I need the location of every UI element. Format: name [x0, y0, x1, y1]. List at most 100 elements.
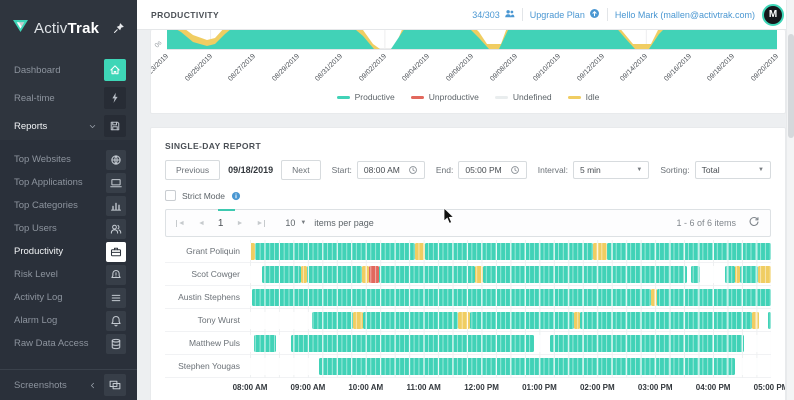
- legend-item-undefined[interactable]: Undefined: [495, 92, 552, 102]
- app-logo-text: ActivTrak: [34, 20, 99, 37]
- productivity-overview-card: 0s 08/23/201908/25/201908/27/201908/29/2…: [150, 30, 786, 114]
- interval-select[interactable]: 5 min ▼: [573, 161, 649, 179]
- time-tick-label: 01:00 PM: [522, 383, 557, 392]
- date-tick-label: 08/23/2019: [150, 53, 170, 83]
- timeline-segment-idle[interactable]: [752, 312, 760, 329]
- timeline-segment-idle[interactable]: [362, 266, 369, 283]
- scrollbar-thumb[interactable]: [788, 34, 794, 138]
- previous-page-button[interactable]: ◄: [198, 220, 205, 227]
- strict-mode-checkbox[interactable]: [165, 190, 176, 201]
- page-scrollbar[interactable]: [786, 0, 794, 400]
- next-day-button[interactable]: Next: [281, 160, 320, 180]
- legend-item-productive[interactable]: Productive: [337, 92, 395, 102]
- user-name-label[interactable]: Austin Stephens: [165, 292, 250, 302]
- end-time-input[interactable]: 05:00 PM: [458, 161, 526, 179]
- list-icon: [106, 288, 126, 308]
- sidebar-item-risk-level[interactable]: Risk Level: [0, 263, 137, 286]
- avatar[interactable]: M: [762, 4, 784, 26]
- user-greeting-link[interactable]: Hello Mark (mallen@activtrak.com): [615, 10, 755, 20]
- sidebar-item-top-applications[interactable]: Top Applications: [0, 171, 137, 194]
- clock-icon[interactable]: [408, 165, 418, 175]
- timeline-segment-productive[interactable]: [768, 312, 771, 329]
- previous-day-button[interactable]: Previous: [165, 160, 220, 180]
- timeline-segment-productive[interactable]: [657, 289, 771, 306]
- arrow-up-circle-icon: [589, 8, 600, 21]
- overview-area-chart: 0s: [167, 30, 777, 49]
- sidebar-item-label: Top Categories: [14, 200, 78, 211]
- first-page-button[interactable]: ◄: [176, 220, 185, 227]
- start-time-input[interactable]: 08:00 AM: [357, 161, 425, 179]
- user-name-label[interactable]: Stephen Yougas: [165, 361, 250, 371]
- time-tick-label: 11:00 AM: [406, 383, 440, 392]
- timeline-segment-productive[interactable]: [607, 243, 771, 260]
- divider: [522, 8, 523, 21]
- timeline-segment-productive[interactable]: [252, 289, 651, 306]
- info-icon[interactable]: [231, 191, 241, 201]
- user-name-label[interactable]: Grant Poliquin: [165, 246, 250, 256]
- sidebar-item-productivity[interactable]: Productivity: [0, 240, 137, 263]
- timeline-segment-idle[interactable]: [758, 266, 771, 283]
- legend-item-idle[interactable]: Idle: [568, 92, 600, 102]
- user-name-label[interactable]: Tony Wurst: [165, 315, 250, 325]
- sidebar-item-screenshots[interactable]: Screenshots: [0, 370, 137, 400]
- timeline-segment-productive[interactable]: [312, 312, 353, 329]
- timeline-segment-idle[interactable]: [353, 312, 363, 329]
- sorting-select[interactable]: Total ▼: [695, 161, 771, 179]
- time-tick-label: 12:00 PM: [464, 383, 499, 392]
- timeline-segment-idle[interactable]: [301, 266, 307, 283]
- timeline-segment-productive[interactable]: [262, 266, 301, 283]
- sidebar-item-label: Screenshots: [14, 380, 67, 391]
- timeline-segment-productive[interactable]: [425, 243, 592, 260]
- end-label: End:: [436, 165, 454, 175]
- sidebar-item-label: Alarm Log: [14, 315, 57, 326]
- timeline-segment-productive[interactable]: [580, 312, 752, 329]
- license-count[interactable]: 34/303: [472, 8, 515, 21]
- top-header: PRODUCTIVITY 34/303 Upgrade Plan Hello M…: [137, 0, 794, 30]
- user-name-label[interactable]: Scot Cowger: [165, 269, 250, 279]
- user-name-label[interactable]: Matthew Puls: [165, 338, 250, 348]
- timeline-segment-productive[interactable]: [363, 312, 459, 329]
- next-page-button[interactable]: ►: [236, 220, 243, 227]
- sidebar: ActivTrak DashboardReal-timeReports Top …: [0, 0, 137, 400]
- sidebar-item-top-categories[interactable]: Top Categories: [0, 194, 137, 217]
- upgrade-plan-link[interactable]: Upgrade Plan: [530, 8, 600, 21]
- timeline-segment-productive[interactable]: [470, 312, 574, 329]
- sidebar-item-raw-data-access[interactable]: Raw Data Access: [0, 332, 137, 355]
- timeline-segment-idle[interactable]: [593, 243, 607, 260]
- chevron-down-icon: ▼: [636, 167, 642, 173]
- timeline-segment-productive[interactable]: [550, 335, 744, 352]
- timeline-segment-productive[interactable]: [291, 335, 534, 352]
- sidebar-item-top-users[interactable]: Top Users: [0, 217, 137, 240]
- page-size-select[interactable]: 10 ▼: [285, 218, 306, 228]
- timeline-plot: [250, 332, 771, 355]
- sidebar-item-activity-log[interactable]: Activity Log: [0, 286, 137, 309]
- timeline-segment-idle[interactable]: [458, 312, 470, 329]
- timeline-segment-productive[interactable]: [254, 335, 276, 352]
- date-tick-label: 08/27/2019: [227, 53, 257, 83]
- timeline-segment-productive[interactable]: [379, 266, 475, 283]
- legend-item-unproductive[interactable]: Unproductive: [411, 92, 479, 102]
- time-tick-label: 04:00 PM: [696, 383, 731, 392]
- timeline-segment-productive[interactable]: [319, 358, 734, 375]
- refresh-icon[interactable]: [748, 216, 760, 230]
- page-number[interactable]: 1: [218, 218, 224, 229]
- timeline-segment-idle[interactable]: [415, 243, 425, 260]
- sidebar-item-dashboard[interactable]: Dashboard: [0, 56, 137, 84]
- timeline-segment-productive[interactable]: [307, 266, 362, 283]
- timeline-segment-unproductive[interactable]: [369, 266, 379, 283]
- pin-sidebar-icon[interactable]: [113, 22, 125, 34]
- sidebar-item-alarm-log[interactable]: Alarm Log: [0, 309, 137, 332]
- sidebar-item-real-time[interactable]: Real-time: [0, 84, 137, 112]
- timeline-segment-idle[interactable]: [250, 243, 255, 260]
- clock-icon[interactable]: [510, 165, 520, 175]
- last-page-button[interactable]: ►: [256, 220, 265, 227]
- timeline-segment-productive[interactable]: [255, 243, 415, 260]
- upgrade-plan-label: Upgrade Plan: [530, 10, 585, 20]
- timeline-segment-productive[interactable]: [691, 266, 700, 283]
- timeline-segment-idle[interactable]: [475, 266, 483, 283]
- timeline-segment-productive[interactable]: [740, 266, 758, 283]
- timeline-segment-productive[interactable]: [483, 266, 687, 283]
- sidebar-item-top-websites[interactable]: Top Websites: [0, 148, 137, 171]
- sidebar-item-reports[interactable]: Reports: [0, 112, 137, 140]
- timeline-segment-productive[interactable]: [725, 266, 735, 283]
